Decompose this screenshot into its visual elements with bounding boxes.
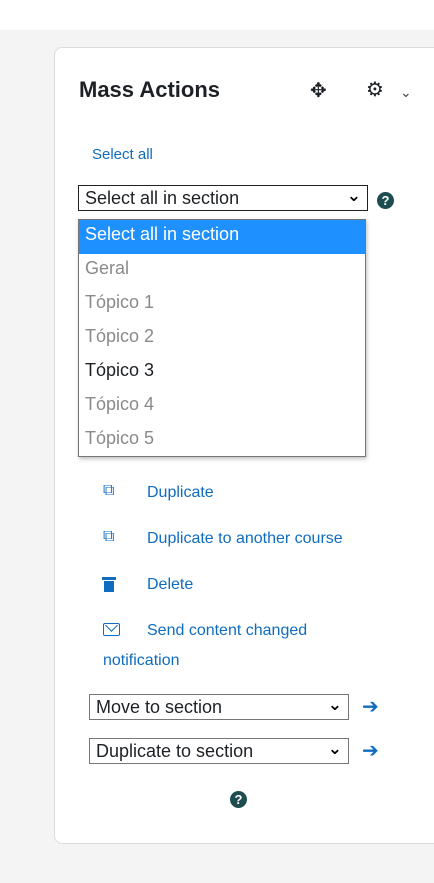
dropdown-option[interactable]: Tópico 2 — [79, 322, 365, 356]
copy-icon: ⧉ — [103, 482, 115, 499]
send-notification-label-line1[interactable]: Send content changed — [147, 622, 307, 640]
dropdown-option[interactable]: Tópico 4 — [79, 390, 365, 424]
block-title: Mass Actions — [79, 77, 221, 102]
section-dropdown-list: Select all in section Geral Tópico 1 Tóp… — [78, 219, 366, 457]
dup-select-value: Duplicate to section — [96, 741, 254, 761]
delete-label[interactable]: Delete — [147, 576, 193, 594]
section-select[interactable]: Select all in section ⌄ — [78, 185, 368, 211]
trash-icon — [102, 577, 116, 592]
help-icon[interactable]: ? — [230, 791, 247, 808]
chevron-down-icon: ⌄ — [327, 695, 342, 714]
select-all-link[interactable]: Select all — [92, 146, 153, 163]
move-go-arrow-icon[interactable]: ➔ — [362, 694, 379, 719]
move-to-section-select[interactable]: Move to section ⌄ — [89, 694, 349, 720]
gear-icon[interactable]: ⚙ — [366, 77, 384, 102]
section-select-value: Select all in section — [85, 188, 240, 208]
chevron-down-icon: ⌄ — [327, 739, 342, 758]
dropdown-option[interactable]: Geral — [79, 254, 365, 288]
dropdown-option[interactable]: Tópico 1 — [79, 288, 365, 322]
move-icon[interactable]: ✥ — [310, 78, 327, 103]
dropdown-option[interactable]: Tópico 5 — [79, 424, 365, 458]
duplicate-to-course-label[interactable]: Duplicate to another course — [147, 530, 343, 548]
duplicate-label[interactable]: Duplicate — [147, 484, 214, 502]
help-icon[interactable]: ? — [377, 192, 394, 209]
copy-icon: ⧉ — [103, 528, 115, 545]
dropdown-option[interactable]: Select all in section — [79, 220, 365, 254]
send-notification-label-line2[interactable]: notification — [103, 652, 180, 670]
duplicate-to-section-select[interactable]: Duplicate to section ⌄ — [89, 738, 349, 764]
move-select-value: Move to section — [96, 697, 223, 717]
envelope-icon — [103, 623, 120, 636]
chevron-down-icon: ⌄ — [346, 186, 361, 205]
duplicate-go-arrow-icon[interactable]: ➔ — [362, 738, 379, 763]
chevron-down-icon[interactable]: ⌄ — [400, 84, 412, 101]
dropdown-option[interactable]: Tópico 3 — [79, 356, 365, 390]
